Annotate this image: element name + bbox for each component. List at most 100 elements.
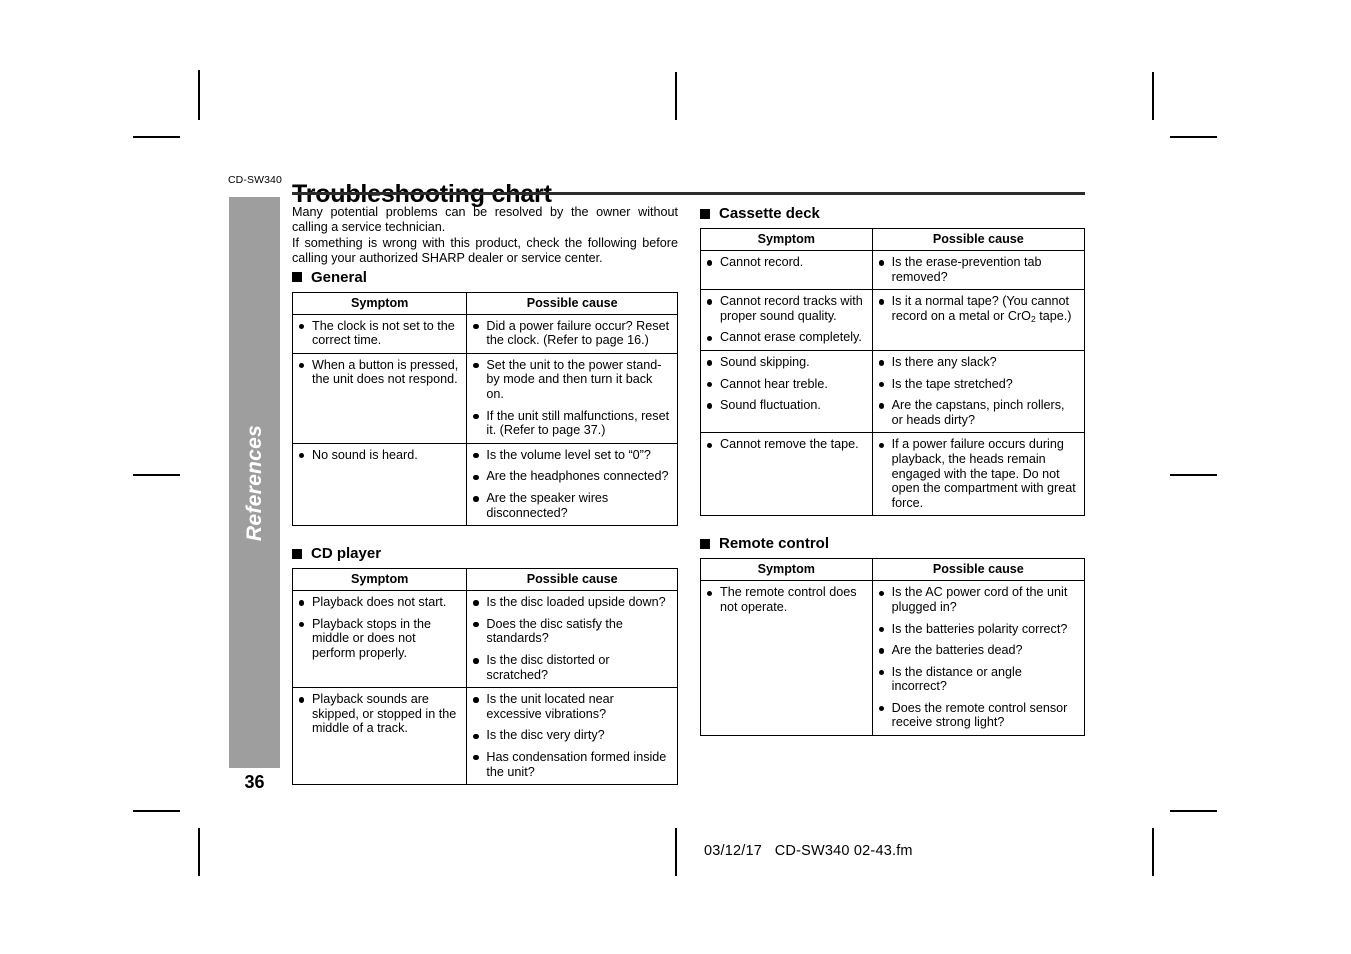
cause-list: Is the disc loaded upside down? Does the … [472, 595, 672, 682]
section-heading-cassette-deck: Cassette deck [700, 205, 1085, 222]
cause-list: Is it a normal tape? (You cannot record … [878, 294, 1079, 326]
symptom-item: Playback stops in the middle or does not… [298, 617, 461, 661]
troubleshooting-table-cassette-deck: Symptom Possible cause Cannot record. Is th… [700, 228, 1086, 517]
cause-item: Did a power failure occur? Reset the clo… [472, 319, 672, 348]
cause-item: Are the capstans, pinch rollers, or head… [878, 398, 1079, 427]
section-heading-cd-player: CD player [292, 545, 678, 562]
symptom-cell: When a button is pressed, the unit does … [291, 352, 468, 444]
symptom-list: When a button is pressed, the unit does … [298, 358, 461, 387]
cause-item: Does the disc satisfy the standards? [472, 617, 672, 646]
column-header-symptom: Symptom [291, 568, 468, 592]
symptom-list: Playback sounds are skipped, or stopped … [298, 692, 461, 736]
footer-date: 03/12/17 [704, 843, 763, 859]
right-column: Cassette deck Symptom Possible cause Cannot… [700, 205, 1086, 737]
crop-mark-top-right-horizontal [1170, 136, 1217, 138]
section-heading-general: General [292, 269, 678, 286]
crop-mark-bottom-right-vertical [1152, 828, 1154, 876]
table-header-row: Symptom Possible cause [700, 228, 1086, 251]
cause-item: Is there any slack? [878, 355, 1079, 370]
model-code: CD-SW340 [228, 174, 282, 186]
symptom-cell: Playback does not start. Playback stops i… [291, 590, 468, 689]
symptom-list: The remote control does not operate. [706, 585, 867, 614]
table-row: Cannot record tracks with proper sound q… [700, 289, 1086, 351]
symptom-cell: No sound is heard. [291, 442, 468, 527]
section-heading-label: Cassette deck [719, 205, 820, 222]
section-heading-label: Remote control [719, 535, 830, 553]
symptom-cell: Cannot record. [700, 249, 873, 291]
cause-item: Is the tape stretched? [878, 377, 1079, 392]
footer-filename: CD-SW340 02-43.fm [774, 843, 913, 859]
title-rule [292, 192, 1085, 195]
symptom-cell: Playback sounds are skipped, or stopped … [291, 687, 468, 786]
intro-paragraph: Many potential problems can be resolved … [292, 205, 678, 267]
section-heading-label: General [311, 268, 367, 286]
symptom-item: Playback sounds are skipped, or stopped … [298, 692, 461, 736]
column-header-possible-cause: Possible cause [466, 568, 678, 592]
symptom-list: Sound skipping. Cannot hear treble. Sound … [706, 355, 867, 413]
section-heading-label: CD player [311, 545, 382, 563]
section-general-slot: General Symptom Possible cause The clock is… [291, 269, 678, 527]
symptom-item: Cannot record tracks with proper sound q… [706, 294, 867, 323]
column-header-possible-cause: Possible cause [871, 558, 1086, 582]
symptom-list: The clock is not set to the correct time… [298, 319, 461, 348]
symptom-item: Sound fluctuation. [706, 398, 867, 413]
symptom-list: No sound is heard. [298, 448, 461, 463]
cause-item: Is the disc loaded upside down? [472, 595, 672, 610]
page-number: 36 [244, 772, 265, 792]
symptom-item: No sound is heard. [298, 448, 461, 463]
cause-item: Is the disc very dirty? [472, 728, 672, 743]
symptom-cell: Cannot record tracks with proper sound q… [700, 289, 873, 351]
possible-cause-cell: Is it a normal tape? (You cannot record … [871, 289, 1086, 351]
crop-mark-top-right-vertical [1152, 72, 1154, 120]
document-page: References 36 CD-SW340 Troubleshooting c… [0, 0, 1351, 954]
troubleshooting-table-cd-player: Symptom Possible cause Playback does not s… [291, 568, 678, 786]
possible-cause-cell: Is the AC power cord of the unit plugged… [871, 580, 1086, 737]
cause-item: If a power failure occurs during playbac… [878, 437, 1079, 510]
crop-mark-mid-right [1170, 474, 1217, 476]
symptom-item: Cannot erase completely. [706, 330, 867, 345]
possible-cause-cell: Did a power failure occur? Reset the clo… [466, 313, 678, 354]
table-header-row: Symptom Possible cause [291, 568, 678, 592]
column-header-symptom: Symptom [700, 558, 873, 582]
cause-list: Is the volume level set to “0”? Are the h… [472, 448, 672, 520]
intro-line-3: If something is wrong with this product,… [292, 235, 678, 250]
intro-line-2: calling a service technician. [292, 220, 446, 235]
symptom-cell: The clock is not set to the correct time… [291, 313, 468, 354]
intro-line-1: Many potential problems can be resolved … [292, 205, 678, 219]
side-tab-label: References [242, 424, 266, 541]
cause-item: Is the erase-prevention tab removed? [878, 255, 1079, 284]
possible-cause-cell: Is the unit located near excessive vibra… [466, 687, 678, 786]
symptom-item: Cannot hear treble. [706, 377, 867, 392]
troubleshooting-table-general: Symptom Possible cause The clock is not se… [291, 291, 678, 527]
column-header-possible-cause: Possible cause [871, 228, 1086, 251]
cause-list: Did a power failure occur? Reset the clo… [472, 319, 672, 348]
table-row: Playback sounds are skipped, or stopped … [291, 687, 678, 786]
section-bullet-square-icon [292, 272, 302, 283]
cause-item: Are the speaker wires disconnected? [472, 491, 672, 520]
symptom-cell: Cannot remove the tape. [700, 432, 873, 517]
possible-cause-cell: If a power failure occurs during playbac… [871, 432, 1086, 517]
cause-item: Is it a normal tape? (You cannot record … [878, 294, 1079, 326]
cause-list: Set the unit to the power stand-by mode … [472, 358, 672, 438]
crop-mark-top-left-horizontal [133, 136, 180, 138]
table-header-row: Symptom Possible cause [291, 291, 678, 315]
symptom-item: When a button is pressed, the unit does … [298, 358, 461, 387]
cause-item: Has condensation formed inside the unit? [472, 750, 672, 779]
crop-mark-top-center [675, 72, 677, 120]
section-bullet-square-icon [292, 548, 302, 559]
symptom-cell: The remote control does not operate. [700, 580, 873, 737]
section-cd-player-slot: CD player Symptom Possible cause Playback d… [291, 545, 678, 786]
cause-list: If a power failure occurs during playbac… [878, 437, 1079, 510]
cause-item: Set the unit to the power stand-by mode … [472, 358, 672, 402]
cause-list: Is the unit located near excessive vibra… [472, 692, 672, 779]
footer-text: 03/12/17 CD-SW340 02-43.fm [704, 843, 913, 859]
symptom-item: Cannot remove the tape. [706, 437, 867, 452]
table-header-row: Symptom Possible cause [700, 558, 1086, 582]
table-row: The remote control does not operate. Is t… [700, 580, 1086, 737]
symptom-item: Cannot record. [706, 255, 867, 270]
symptom-item: The clock is not set to the correct time… [298, 319, 461, 348]
symptom-list: Cannot record tracks with proper sound q… [706, 294, 867, 345]
possible-cause-cell: Is the volume level set to “0”? Are the h… [466, 442, 678, 527]
crop-mark-mid-left [133, 474, 180, 476]
symptom-list: Playback does not start. Playback stops i… [298, 595, 461, 660]
